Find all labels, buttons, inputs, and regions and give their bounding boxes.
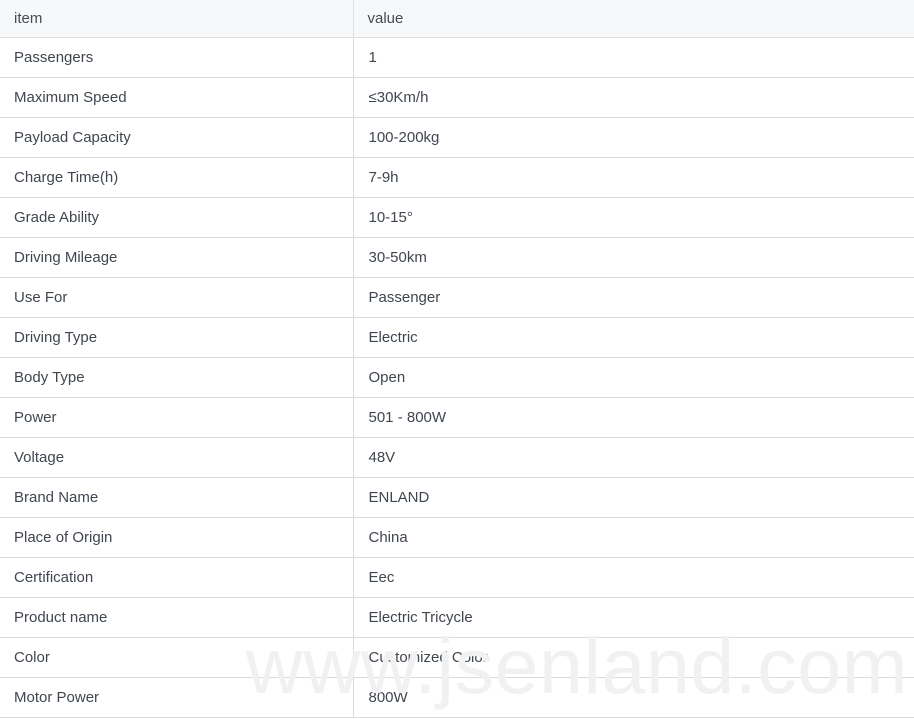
table-row: Use For Passenger — [0, 277, 914, 318]
spec-value-cell: Electric Tricycle — [353, 597, 914, 638]
spec-item-cell: Certification — [0, 557, 354, 598]
spec-item-cell: Motor Power — [0, 677, 354, 718]
spec-item-cell: Maximum Speed — [0, 77, 354, 118]
spec-value-cell: 48V — [353, 437, 914, 478]
spec-item-cell: Grade Ability — [0, 197, 354, 238]
spec-value-cell: Customized Color — [353, 637, 914, 678]
table-row: Color Customized Color — [0, 637, 914, 678]
spec-item-cell: Brand Name — [0, 477, 354, 518]
spec-item-cell: Voltage — [0, 437, 354, 478]
table-row: Place of Origin China — [0, 517, 914, 558]
spec-value-cell: 100-200kg — [353, 117, 914, 158]
spec-item-cell: Driving Type — [0, 317, 354, 358]
spec-item-cell: Body Type — [0, 357, 354, 398]
table-row: Driving Type Electric — [0, 317, 914, 358]
table-row: Brand Name ENLAND — [0, 477, 914, 518]
table-row: Maximum Speed ≤30Km/h — [0, 77, 914, 118]
spec-item-cell: Color — [0, 637, 354, 678]
spec-item-cell: Driving Mileage — [0, 237, 354, 278]
spec-item-cell: Passengers — [0, 37, 354, 78]
table-row: Power 501 - 800W — [0, 397, 914, 438]
spec-item-cell: Product name — [0, 597, 354, 638]
table-row: Motor Power 800W — [0, 677, 914, 718]
table-row: Passengers 1 — [0, 37, 914, 78]
table-row: Grade Ability 10-15° — [0, 197, 914, 238]
spec-item-cell: Place of Origin — [0, 517, 354, 558]
column-header-item: item — [0, 0, 354, 38]
table-row: Certification Eec — [0, 557, 914, 598]
table-body: Passengers 1 Maximum Speed ≤30Km/h Payload C… — [0, 37, 914, 718]
spec-value-cell: ≤30Km/h — [353, 77, 914, 118]
spec-item-cell: Charge Time(h) — [0, 157, 354, 198]
spec-value-cell: 501 - 800W — [353, 397, 914, 438]
spec-value-cell: 800W — [353, 677, 914, 718]
spec-item-cell: Use For — [0, 277, 354, 318]
table-row: Payload Capacity 100-200kg — [0, 117, 914, 158]
spec-value-cell: ENLAND — [353, 477, 914, 518]
table-row: Body Type Open — [0, 357, 914, 398]
table-header-row: item value — [0, 0, 914, 38]
table-row: Product name Electric Tricycle — [0, 597, 914, 638]
table-row: Driving Mileage 30-50km — [0, 237, 914, 278]
spec-value-cell: Open — [353, 357, 914, 398]
spec-value-cell: China — [353, 517, 914, 558]
spec-value-cell: 30-50km — [353, 237, 914, 278]
spec-item-cell: Power — [0, 397, 354, 438]
spec-value-cell: 1 — [353, 37, 914, 78]
table-header: item value — [0, 0, 914, 38]
spec-value-cell: 10-15° — [353, 197, 914, 238]
spec-value-cell: Electric — [353, 317, 914, 358]
spec-value-cell: Passenger — [353, 277, 914, 318]
spec-value-cell: Eec — [353, 557, 914, 598]
spec-value-cell: 7-9h — [353, 157, 914, 198]
table-row: Voltage 48V — [0, 437, 914, 478]
table-row: Charge Time(h) 7-9h — [0, 157, 914, 198]
specification-table-panel: www.jsenland.com item value Passengers 1 M… — [0, 0, 914, 719]
specification-table: item value Passengers 1 Maximum Speed ≤30Km… — [0, 0, 914, 718]
column-header-value: value — [353, 0, 914, 38]
spec-item-cell: Payload Capacity — [0, 117, 354, 158]
